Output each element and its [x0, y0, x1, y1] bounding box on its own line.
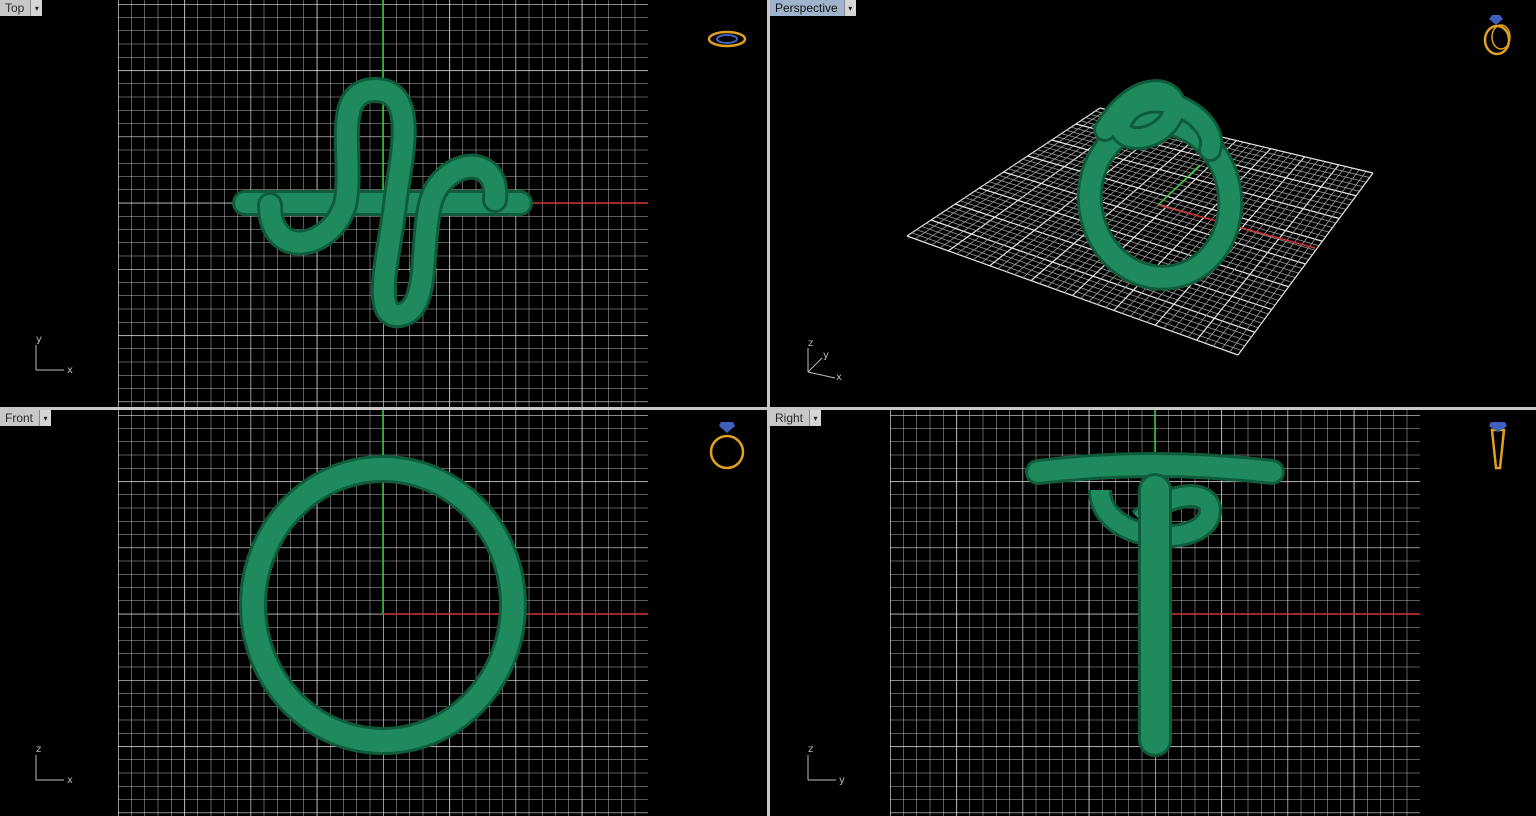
viewport-label[interactable]: Top: [0, 0, 31, 16]
svg-text:x: x: [67, 365, 73, 376]
viewport-top[interactable]: y x Top ▾: [0, 0, 767, 407]
viewport-right-canvas[interactable]: z y: [770, 410, 1536, 816]
ring-model[interactable]: [1076, 79, 1244, 291]
viewport-divider-horizontal[interactable]: [0, 407, 1536, 410]
ring-preview-icon: [707, 30, 747, 48]
chevron-down-icon[interactable]: ▾: [843, 0, 856, 16]
chevron-down-icon[interactable]: ▾: [809, 410, 822, 426]
viewport-label[interactable]: Front: [0, 410, 40, 426]
viewport-label[interactable]: Right: [770, 410, 810, 426]
ring-preview-icon: [709, 422, 745, 470]
svg-text:y: y: [839, 775, 845, 786]
viewport-perspective[interactable]: z x y Perspective ▾: [770, 0, 1536, 407]
svg-text:z: z: [808, 744, 813, 755]
svg-text:z: z: [808, 338, 813, 349]
axis-gizmo: y x: [35, 334, 73, 376]
viewport-label[interactable]: Perspective: [770, 0, 844, 16]
svg-text:x: x: [836, 372, 842, 383]
viewport-tab-front[interactable]: Front ▾: [0, 410, 52, 426]
ring-preview-icon: [1489, 422, 1507, 470]
viewport-front-canvas[interactable]: z x: [0, 410, 767, 816]
svg-text:y: y: [823, 350, 829, 361]
viewport-tab-perspective[interactable]: Perspective ▾: [770, 0, 856, 16]
viewport-tab-right[interactable]: Right ▾: [770, 410, 822, 426]
svg-text:z: z: [36, 744, 41, 755]
ring-preview-icon: [1483, 15, 1511, 56]
viewport-perspective-canvas[interactable]: z x y: [770, 0, 1536, 407]
svg-text:x: x: [67, 775, 73, 786]
axis-gizmo: z x y: [807, 338, 842, 383]
viewport-front[interactable]: z x Front ▾: [0, 410, 767, 816]
svg-text:y: y: [36, 334, 42, 345]
chevron-down-icon[interactable]: ▾: [39, 410, 52, 426]
axis-gizmo: z y: [807, 744, 845, 786]
viewport-tab-top[interactable]: Top ▾: [0, 0, 43, 16]
viewport-top-canvas[interactable]: y x: [0, 0, 767, 407]
axis-gizmo: z x: [35, 744, 73, 786]
viewport-right[interactable]: z y Right ▾: [770, 410, 1536, 816]
chevron-down-icon[interactable]: ▾: [30, 0, 43, 16]
